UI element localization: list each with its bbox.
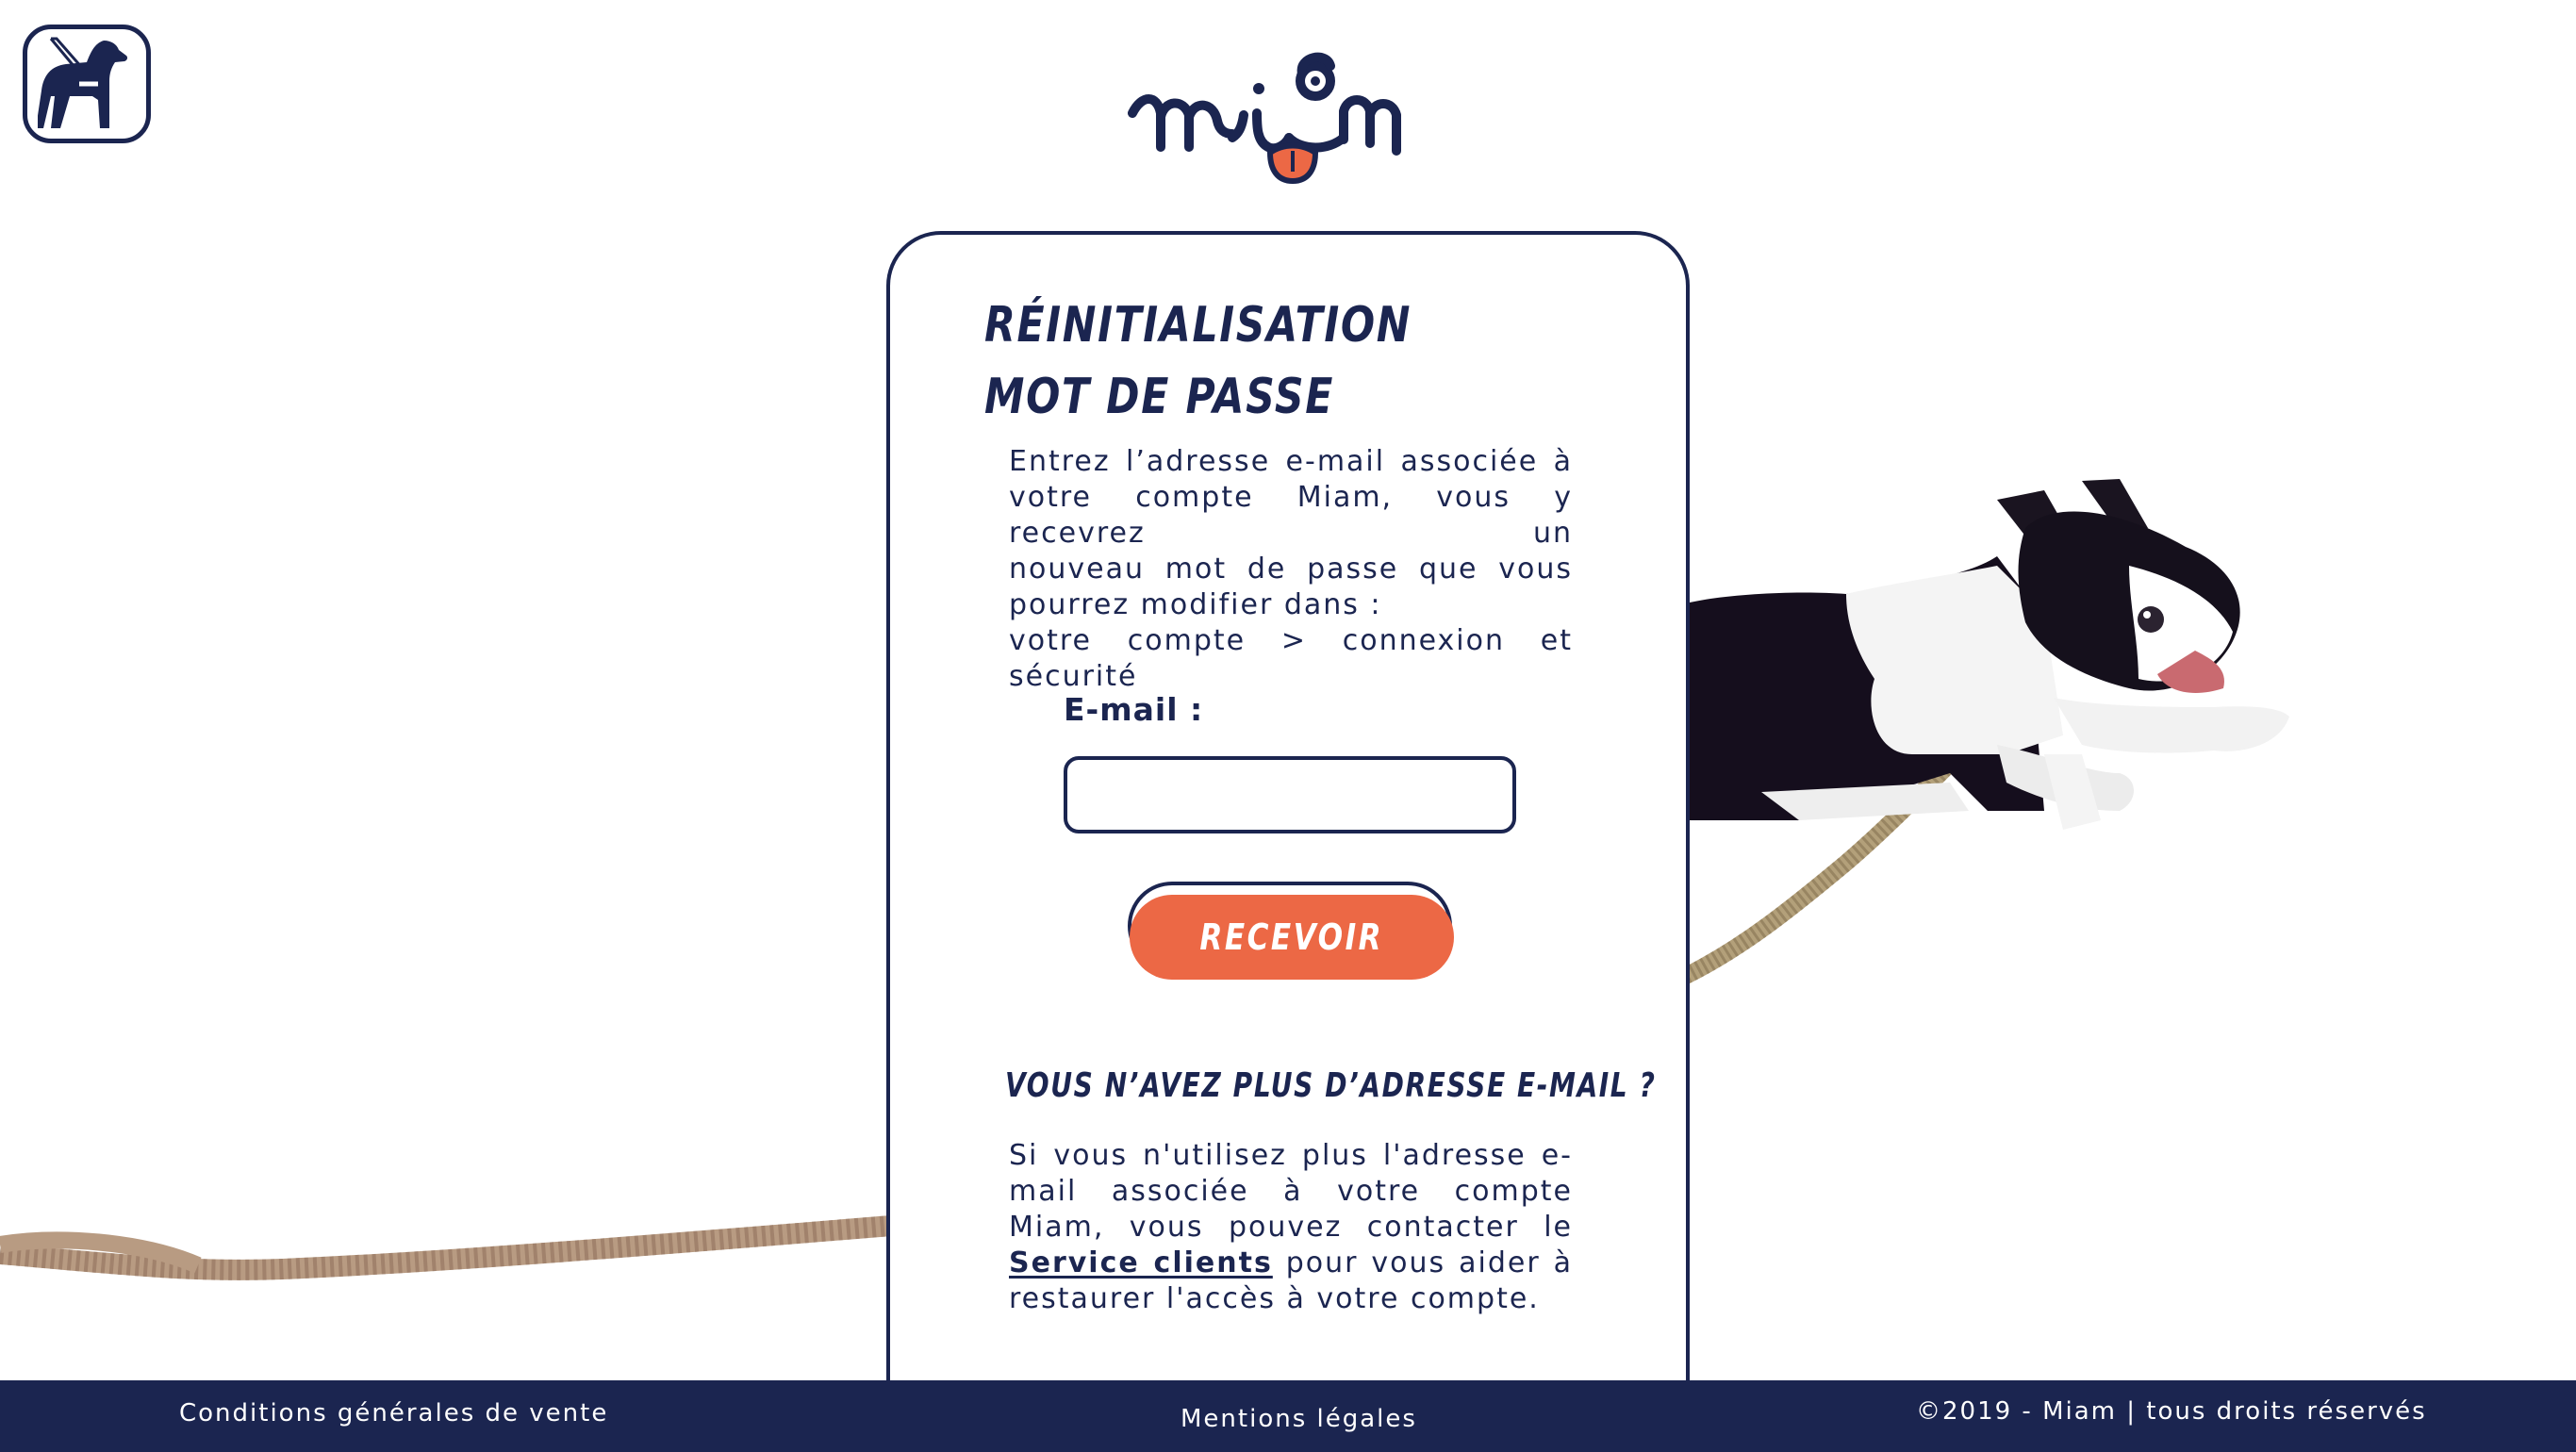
miam-logo[interactable] — [1127, 36, 1452, 196]
intro-line: votre compte Miam, vous y recevrez un — [1009, 481, 1573, 550]
intro-line: Entrez l’adresse e-mail associée à — [1009, 445, 1573, 478]
receive-button[interactable]: Recevoir — [1128, 882, 1456, 983]
email-label: E-mail : — [1064, 691, 1204, 728]
footer-copyright: ©2019 - Miam | tous droits réservés — [1916, 1397, 2427, 1426]
guide-dog-icon — [38, 37, 128, 128]
intro-line: votre compte > connexion et sécurité — [1009, 624, 1573, 693]
title-line-1: Réinitialisation — [984, 297, 1412, 354]
no-email-paragraph: Si vous n'utilisez plus l'adresse e-mail… — [1009, 1138, 1573, 1317]
leash-image — [0, 1215, 891, 1280]
receive-button-label: Recevoir — [1199, 916, 1384, 958]
dog-image — [1686, 479, 2289, 830]
page-title: Réinitialisation mot de passe — [984, 289, 1417, 433]
no-email-heading: Vous n’avez plus d’adresse e-mail ? — [1005, 1066, 1657, 1105]
intro-line: nouveau mot de passe que vous — [1009, 553, 1573, 586]
footer-legal-link[interactable]: Mentions légales — [1181, 1405, 1417, 1433]
button-fill: Recevoir — [1130, 895, 1454, 980]
email-input[interactable] — [1064, 756, 1516, 833]
title-line-2: mot de passe — [984, 369, 1335, 425]
footer: Conditions générales de vente Mentions l… — [0, 1380, 2576, 1452]
intro-line: pourrez modifier dans : — [1009, 588, 1382, 621]
customer-service-link[interactable]: Service clients — [1009, 1246, 1273, 1279]
footer-cgv-link[interactable]: Conditions générales de vente — [179, 1399, 608, 1427]
accessibility-button[interactable] — [23, 25, 151, 143]
intro-text: Entrez l’adresse e-mail associée à votre… — [1009, 444, 1573, 695]
para-text: Si vous n'utilisez plus l'adresse e-mail… — [1009, 1139, 1573, 1244]
reset-password-card: Réinitialisation mot de passe Entrez l’a… — [886, 231, 1690, 1391]
